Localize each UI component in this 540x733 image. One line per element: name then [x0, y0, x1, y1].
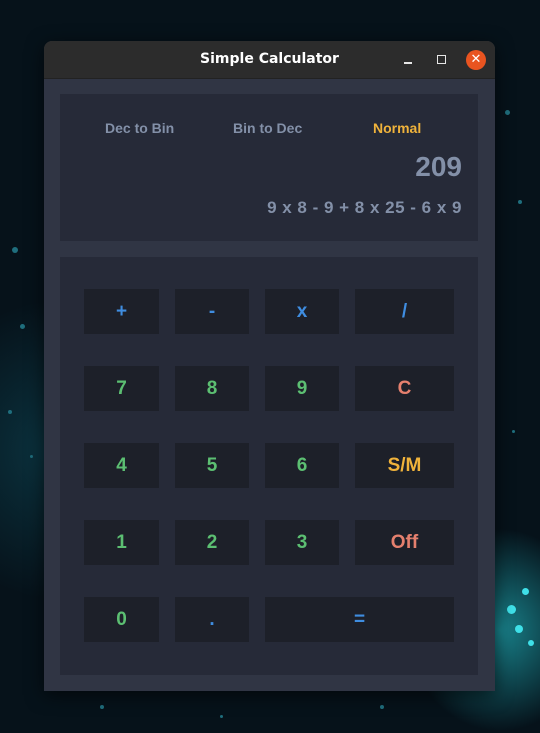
digit-7-button[interactable]: 7 [84, 366, 159, 411]
minimize-button[interactable] [398, 50, 418, 70]
maximize-icon [437, 55, 446, 64]
wallpaper-dot [30, 455, 33, 458]
divide-button[interactable]: / [355, 289, 454, 334]
wallpaper-dot [522, 588, 529, 595]
wallpaper-dot [512, 430, 515, 433]
digit-6-button[interactable]: 6 [265, 443, 339, 488]
minus-button[interactable]: - [175, 289, 249, 334]
wallpaper-dot [12, 247, 18, 253]
wallpaper-dot [20, 324, 25, 329]
mode-normal[interactable]: Normal [373, 118, 421, 138]
digit-0-button[interactable]: 0 [84, 597, 159, 642]
result-display: 209 [415, 151, 462, 182]
off-button[interactable]: Off [355, 520, 454, 565]
digit-4-button[interactable]: 4 [84, 443, 159, 488]
clear-button[interactable]: C [355, 366, 454, 411]
multiply-button[interactable]: x [265, 289, 339, 334]
plus-button[interactable]: + [84, 289, 159, 334]
expression-display: 9 x 8 - 9 + 8 x 25 - 6 x 9 [267, 198, 462, 217]
wallpaper-dot [507, 605, 516, 614]
wallpaper-dot [515, 625, 523, 633]
digit-2-button[interactable]: 2 [175, 520, 249, 565]
digit-9-button[interactable]: 9 [265, 366, 339, 411]
mode-bin-to-dec[interactable]: Bin to Dec [233, 118, 302, 138]
wallpaper-dot [380, 705, 384, 709]
equals-button[interactable]: = [265, 597, 454, 642]
digit-8-button[interactable]: 8 [175, 366, 249, 411]
wallpaper-dot [505, 110, 510, 115]
title-bar[interactable]: Simple Calculator ✕ [44, 41, 495, 79]
digit-3-button[interactable]: 3 [265, 520, 339, 565]
mode-dec-to-bin[interactable]: Dec to Bin [105, 118, 174, 138]
close-button[interactable]: ✕ [466, 50, 486, 70]
wallpaper-dot [528, 640, 534, 646]
digit-1-button[interactable]: 1 [84, 520, 159, 565]
digit-5-button[interactable]: 5 [175, 443, 249, 488]
minimize-icon [404, 62, 412, 64]
display-panel: Dec to Bin Bin to Dec Normal 209 9 x 8 -… [60, 94, 478, 241]
maximize-button[interactable] [432, 50, 452, 70]
keypad-panel: + - x / 7 8 9 C 4 5 6 S/M 1 2 3 Off 0 . … [60, 257, 478, 675]
sign-mode-button[interactable]: S/M [355, 443, 454, 488]
decimal-point-button[interactable]: . [175, 597, 249, 642]
calculator-window: Simple Calculator ✕ Dec to Bin Bin to De… [44, 41, 495, 691]
wallpaper-dot [8, 410, 12, 414]
wallpaper-dot [220, 715, 223, 718]
window-title: Simple Calculator [200, 51, 339, 67]
wallpaper-dot [100, 705, 104, 709]
close-icon: ✕ [470, 52, 482, 67]
wallpaper-dot [518, 200, 522, 204]
